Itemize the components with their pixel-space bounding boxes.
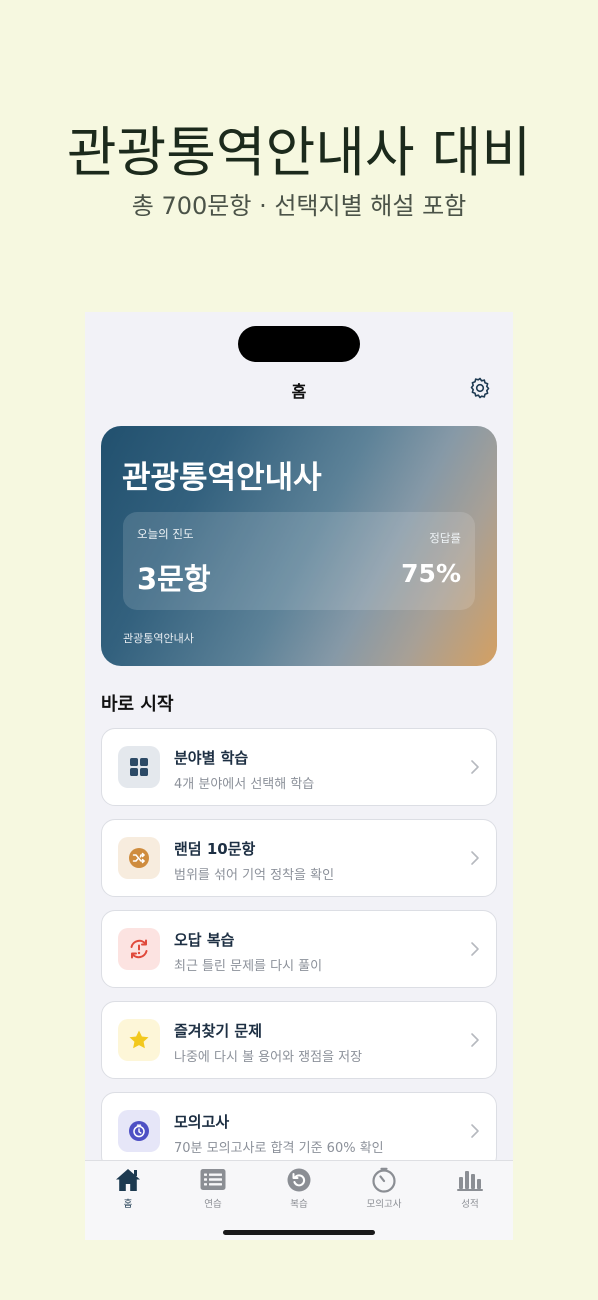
card-icon-bg (118, 1019, 160, 1061)
card-subject-study[interactable]: 분야별 학습 4개 분야에서 선택해 학습 (101, 728, 497, 806)
bar-chart-icon (457, 1171, 483, 1191)
tab-label: 모의고사 (366, 1199, 402, 1210)
chevron-right-icon (471, 851, 479, 865)
quick-start-title: 바로 시작 (101, 694, 174, 715)
chevron-right-icon (471, 1124, 479, 1138)
card-subtitle: 70분 모의고사로 합격 기준 60% 확인 (174, 1141, 384, 1156)
tab-label: 연습 (204, 1199, 222, 1210)
tab-practice[interactable]: 연습 (178, 1167, 248, 1213)
progress-value: 3문항 (137, 562, 211, 596)
grid-icon (130, 758, 148, 776)
card-title: 즐겨찾기 문제 (174, 1022, 263, 1040)
card-wrong-review[interactable]: 오답 복습 최근 틀린 문제를 다시 풀이 (101, 910, 497, 988)
card-icon-bg (118, 837, 160, 879)
card-favorites[interactable]: 즐겨찾기 문제 나중에 다시 볼 용어와 쟁점을 저장 (101, 1001, 497, 1079)
tab-home[interactable]: 홈 (93, 1167, 163, 1213)
replay-icon (287, 1168, 311, 1192)
nav-title: 홈 (291, 382, 307, 401)
tab-label: 복습 (290, 1199, 308, 1210)
phone-screen: 홈 관광통역안내사 오늘의 진도 정답률 3문항 75% 관광통역안내사 바로 … (85, 312, 513, 1240)
stopwatch-icon (372, 1167, 396, 1193)
house-icon (116, 1169, 140, 1191)
chevron-right-icon (471, 1033, 479, 1047)
tab-review[interactable]: 복습 (264, 1167, 334, 1213)
star-icon (129, 1030, 149, 1049)
shuffle-icon (129, 848, 149, 868)
accuracy-value: 75% (401, 559, 461, 588)
tab-label: 성적 (461, 1199, 479, 1210)
chevron-right-icon (471, 760, 479, 774)
tab-label: 홈 (123, 1199, 133, 1210)
chevron-right-icon (471, 942, 479, 956)
hero-title: 관광통역안내사 (122, 460, 322, 496)
card-subtitle: 범위를 섞어 기억 정착을 확인 (174, 868, 335, 883)
list-icon (200, 1169, 226, 1190)
accuracy-label: 정답률 (429, 531, 461, 545)
progress-card[interactable]: 관광통역안내사 오늘의 진도 정답률 3문항 75% 관광통역안내사 (101, 426, 497, 666)
promo-subtitle: 총 700문항 · 선택지별 해설 포함 (131, 192, 467, 220)
home-indicator (223, 1230, 375, 1235)
card-title: 모의고사 (174, 1113, 230, 1131)
timer-icon (129, 1121, 149, 1141)
tab-scores[interactable]: 성적 (435, 1167, 505, 1213)
card-title: 오답 복습 (174, 931, 235, 949)
promo-title: 관광통역안내사 대비 (66, 121, 532, 184)
progress-summary: 오늘의 진도 정답률 3문항 75% (123, 512, 475, 610)
card-title: 분야별 학습 (174, 749, 249, 767)
card-icon-bg (118, 1110, 160, 1152)
card-subtitle: 나중에 다시 볼 용어와 쟁점을 저장 (174, 1050, 363, 1065)
tab-mock-exam[interactable]: 모의고사 (349, 1167, 419, 1213)
dynamic-island (238, 326, 360, 362)
card-icon-bg (118, 928, 160, 970)
card-subtitle: 4개 분야에서 선택해 학습 (174, 777, 315, 792)
tab-bar: 홈 연습 복습 모의고사 성적 (85, 1160, 513, 1240)
card-title: 랜덤 10문항 (174, 840, 256, 858)
card-subtitle: 최근 틀린 문제를 다시 풀이 (174, 959, 323, 974)
gear-icon[interactable] (468, 376, 492, 400)
progress-label: 오늘의 진도 (137, 527, 194, 541)
card-icon-bg (118, 746, 160, 788)
card-mock-exam[interactable]: 모의고사 70분 모의고사로 합격 기준 60% 확인 (101, 1092, 497, 1170)
retry-icon (130, 939, 148, 959)
card-random-10[interactable]: 랜덤 10문항 범위를 섞어 기억 정착을 확인 (101, 819, 497, 897)
hero-footer: 관광통역안내사 (123, 632, 194, 645)
